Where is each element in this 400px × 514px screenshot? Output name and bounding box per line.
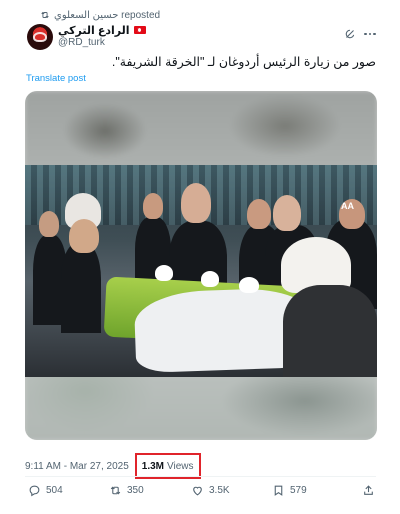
- reply-button[interactable]: 504: [28, 480, 63, 500]
- views-count: 1.3M: [141, 460, 164, 472]
- bookmark-button[interactable]: 579: [272, 480, 307, 500]
- action-bar: 504 350 3.5K 579: [0, 480, 400, 500]
- heart-icon: [193, 486, 202, 495]
- bookmark-icon: [274, 485, 283, 496]
- views-label: Views: [167, 460, 194, 472]
- watermark-logo: AA: [341, 201, 354, 211]
- post-video[interactable]: AA: [25, 91, 377, 440]
- repost-count: 350: [127, 484, 144, 496]
- avatar[interactable]: [27, 24, 53, 50]
- author-name-row[interactable]: الرادع التركي: [58, 23, 146, 37]
- author-display-name[interactable]: الرادع التركي: [58, 24, 130, 37]
- author-handle[interactable]: @RD_turk: [58, 37, 105, 48]
- more-options-icon[interactable]: [363, 29, 377, 39]
- video-frame: AA: [25, 165, 377, 377]
- repost-icon: [41, 11, 49, 19]
- repost-text: حسين السعلوي reposted: [54, 9, 161, 21]
- reply-count: 504: [46, 484, 63, 496]
- divider: [25, 476, 376, 477]
- repost-action-icon: [110, 485, 121, 495]
- reply-icon: [29, 485, 40, 496]
- like-count: 3.5K: [209, 484, 230, 496]
- translate-post-link[interactable]: Translate post: [26, 73, 86, 84]
- repost-button[interactable]: 350: [109, 480, 144, 500]
- grok-icon[interactable]: [344, 28, 356, 40]
- share-button[interactable]: [362, 480, 375, 500]
- share-icon: [364, 484, 373, 495]
- turkey-flag-icon: [133, 26, 146, 34]
- post-text: صور من زيارة الرئيس أردوغان لـ "الخرقة ا…: [111, 55, 376, 69]
- like-button[interactable]: 3.5K: [191, 480, 230, 500]
- post-timestamp[interactable]: 9:11 AM - Mar 27, 2025: [25, 461, 129, 472]
- repost-indicator[interactable]: حسين السعلوي reposted: [40, 8, 160, 22]
- bookmark-count: 579: [290, 484, 307, 496]
